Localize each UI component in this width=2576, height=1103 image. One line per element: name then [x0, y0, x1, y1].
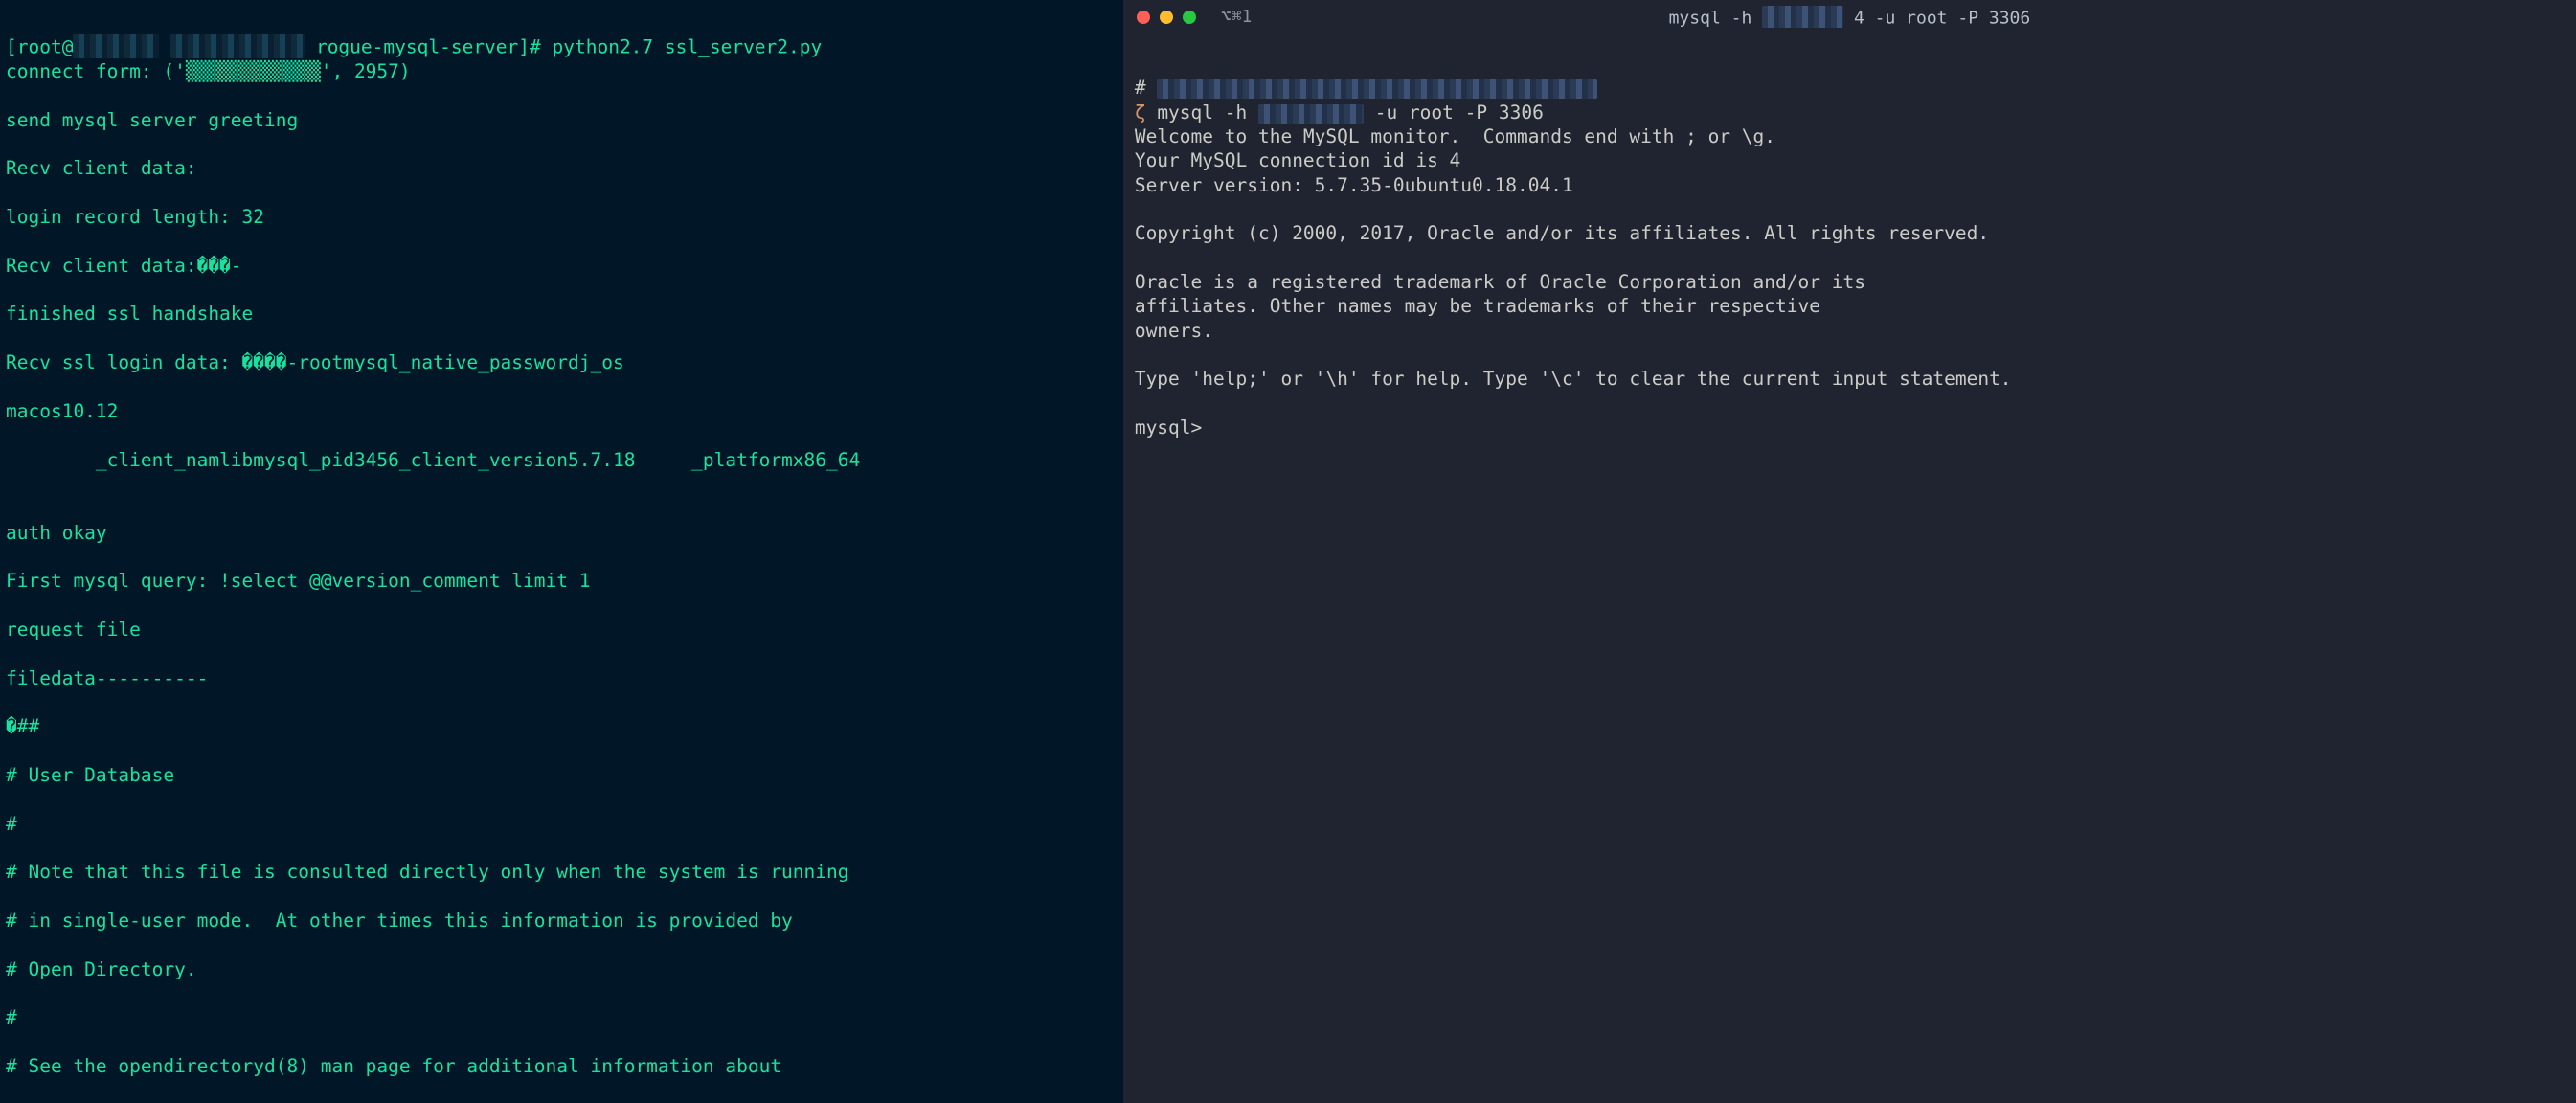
window-titlebar: ⌥⌘1 mysql -h xxxx 4 -u root -P 3306: [1123, 0, 2576, 34]
title-suffix: 4 -u root -P 3306: [1854, 8, 2030, 28]
output-line: # User Database: [6, 763, 1118, 787]
output-line: Recv client data:���-: [6, 254, 1118, 278]
output-line: # Note that this file is consulted direc…: [6, 860, 1118, 884]
output-line: auth okay: [6, 521, 1118, 545]
shell-dir: rogue-mysql-server]#: [316, 36, 553, 58]
mysql-cmd-prefix: mysql -h: [1157, 101, 1258, 124]
output-line: request file: [6, 618, 1118, 642]
output-line: �##: [6, 714, 1118, 738]
shell-command: python2.7 ssl_server2.py: [553, 36, 823, 58]
output-line: #: [6, 812, 1118, 836]
shell-user: root@: [17, 36, 74, 58]
redacted-host: xxxxxx: [73, 34, 159, 57]
maximize-button[interactable]: [1183, 11, 1196, 24]
window-controls: [1137, 11, 1196, 24]
close-button[interactable]: [1137, 11, 1150, 24]
output-line: # in single-user mode. At other times th…: [6, 909, 1118, 933]
shell-prompt-open: [: [6, 36, 17, 58]
prompt-symbol: ζ: [1135, 101, 1157, 124]
output-line: filedata----------: [6, 666, 1118, 690]
output-line: send mysql server greeting: [6, 108, 1118, 132]
redacted-path: xxxxxxxxxxxxxxxxxxxxxxxxxxxxxxxxxxx: [1157, 79, 1597, 99]
output-line: macos10.12: [6, 399, 1118, 423]
output-line: Recv ssl login data: ����-rootmysql_nati…: [6, 350, 1118, 374]
title-prefix: mysql -h: [1669, 8, 1763, 28]
output-line: login record length: 32: [6, 205, 1118, 229]
path-hash: #: [1135, 77, 1157, 99]
mysql-output: Welcome to the MySQL monitor. Commands e…: [1135, 125, 2012, 439]
redacted-cmd-host: xxxxxxx: [1258, 104, 1364, 124]
output-line: First mysql query: !select @@version_com…: [6, 569, 1118, 593]
minimize-button[interactable]: [1160, 11, 1173, 24]
output-line: # See the opendirectoryd(8) man page for…: [6, 1054, 1118, 1078]
output-line: Recv client data:: [6, 156, 1118, 180]
redacted-path: xxxxxxxxxx: [170, 34, 305, 57]
tab-hotkey-label[interactable]: ⌥⌘1: [1221, 6, 1253, 28]
output-line: _client_namlibmysql_pid3456_client_versi…: [6, 448, 1118, 472]
terminal-left[interactable]: [root@xxxxxx xxxxxxxxxx rogue-mysql-serv…: [0, 0, 1123, 1103]
window-title: mysql -h xxxx 4 -u root -P 3306: [1123, 6, 2576, 30]
output-line: connect form: ('▒▒▒▒▒▒▒▒▒▒▒▒', 2957): [6, 59, 1118, 83]
terminal-right: ⌥⌘1 mysql -h xxxx 4 -u root -P 3306 # xx…: [1123, 0, 2576, 1103]
output-line: finished ssl handshake: [6, 302, 1118, 326]
output-line: # Open Directory.: [6, 957, 1118, 981]
mysql-cmd-suffix: -u root -P 3306: [1364, 101, 1544, 124]
redacted-title-host: xxxx: [1762, 6, 1843, 28]
terminal-right-body[interactable]: # xxxxxxxxxxxxxxxxxxxxxxxxxxxxxxxxxxx ζ …: [1123, 34, 2576, 1103]
output-line: #: [6, 1005, 1118, 1029]
